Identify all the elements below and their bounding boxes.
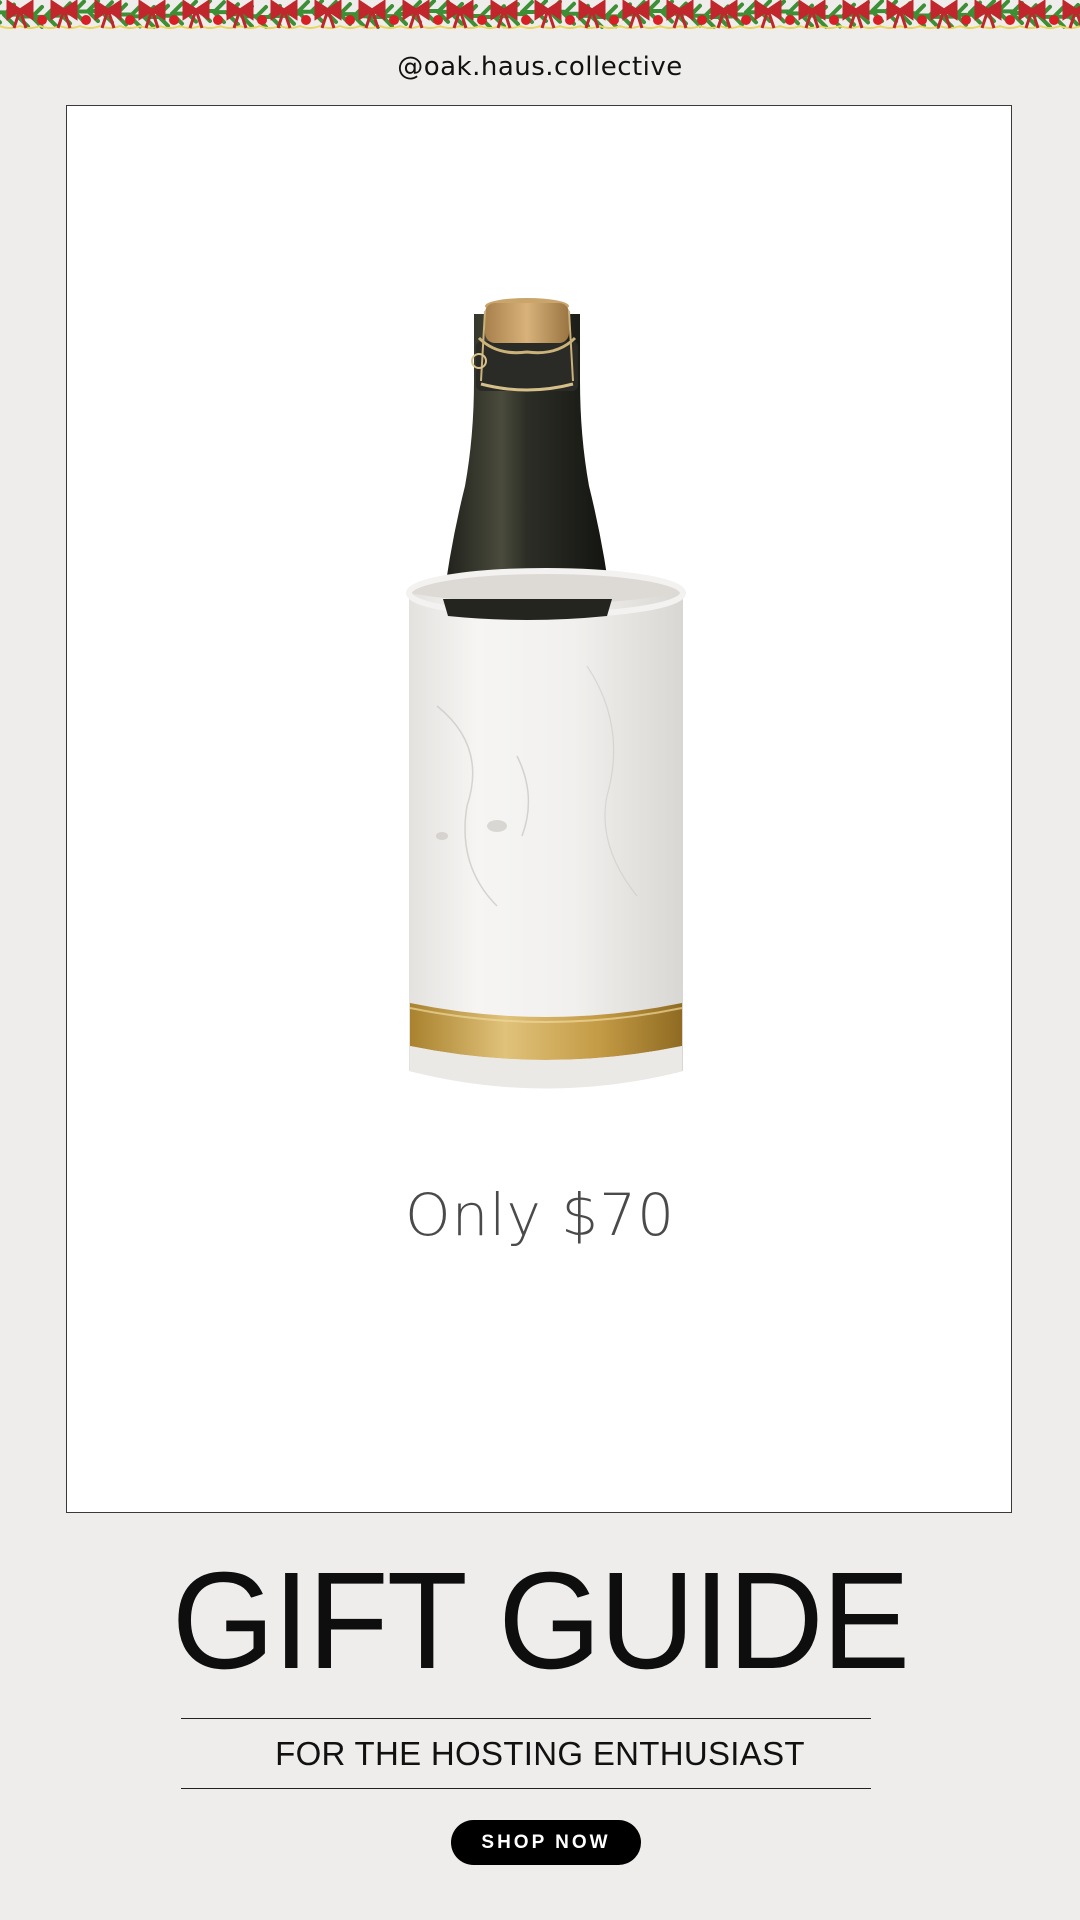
price-label: Only $70	[405, 1181, 675, 1249]
christmas-garland-icon	[0, 0, 1080, 29]
wine-chiller-image	[406, 298, 686, 1089]
divider-top	[181, 1718, 871, 1719]
subtitle: FOR THE HOSTING ENTHUSIAST	[275, 1735, 805, 1772]
shop-now-button[interactable]: SHOP NOW	[451, 1820, 641, 1865]
page-title: GIFT GUIDE	[171, 1544, 910, 1698]
product-card: Only $70	[66, 105, 1012, 1513]
divider-bottom	[181, 1788, 871, 1789]
account-handle: @oak.haus.collective	[397, 52, 683, 82]
gift-guide-post: @oak.haus.collective Only $70 GIFT GUIDE…	[0, 0, 1080, 1920]
